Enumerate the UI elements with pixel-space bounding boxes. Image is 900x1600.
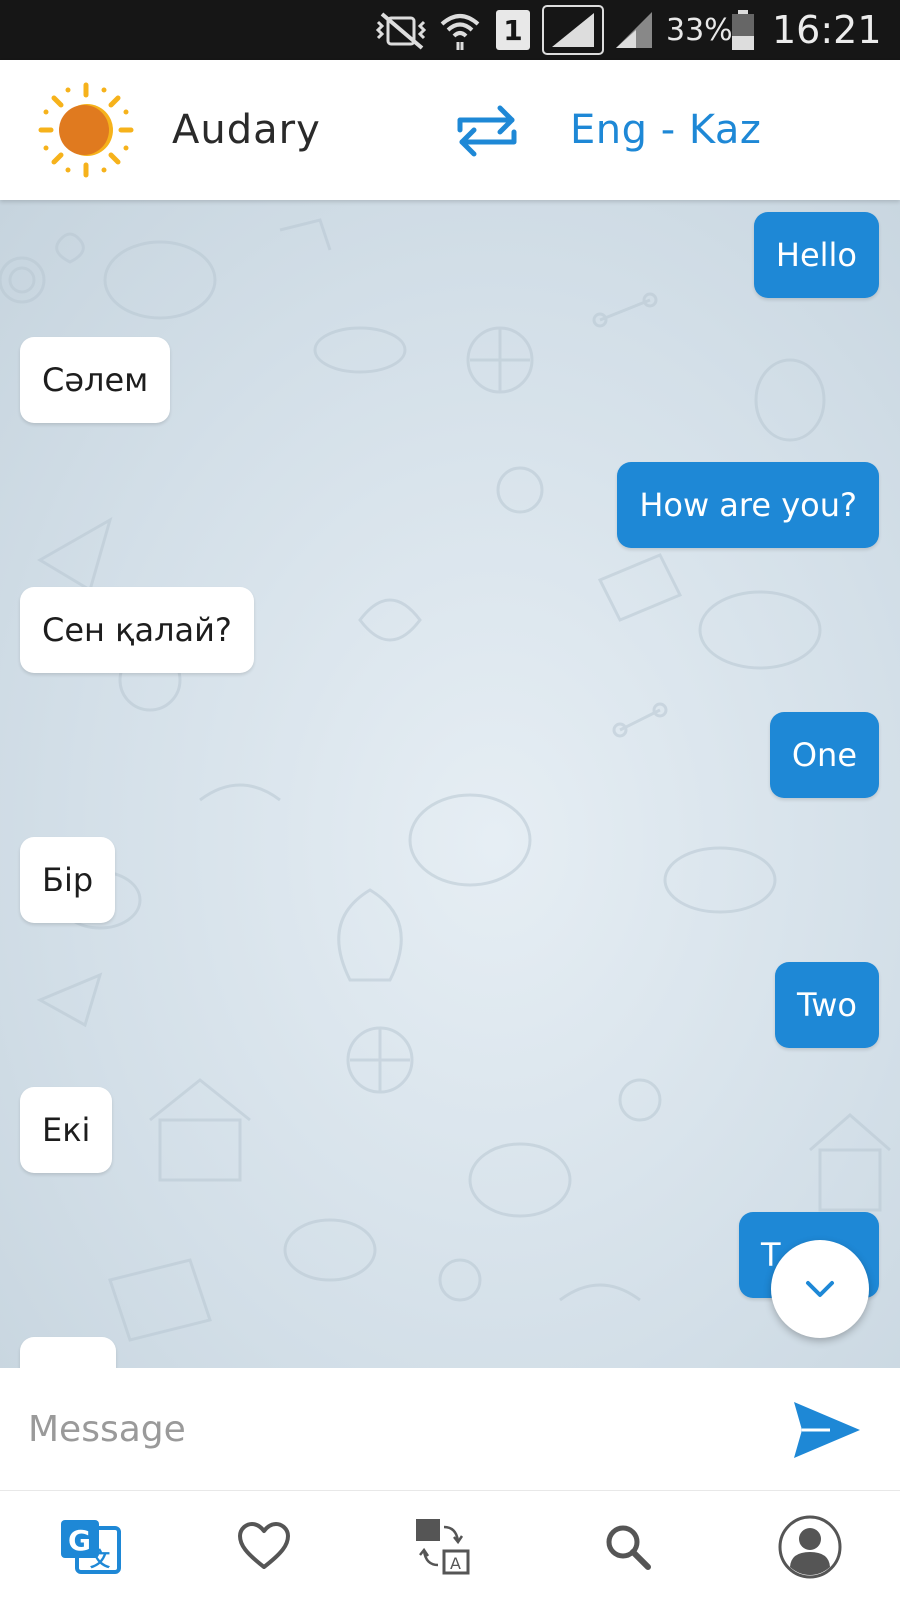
message-bubble-incoming-partial[interactable] xyxy=(20,1337,116,1368)
message-bubble-outgoing[interactable]: One xyxy=(769,712,879,798)
svg-text:文: 文 xyxy=(90,1547,111,1571)
message-input[interactable] xyxy=(28,1388,748,1470)
message-bubble-incoming[interactable]: Сәлем xyxy=(20,337,171,423)
message-bubble-outgoing[interactable]: How are you? xyxy=(617,462,879,548)
nav-favorites[interactable] xyxy=(222,1505,306,1589)
wifi-icon xyxy=(438,0,482,60)
battery-percent: 33% xyxy=(666,12,733,48)
bottom-navigation: G 文 A xyxy=(0,1490,900,1600)
app-header: Audary Eng - Kaz xyxy=(0,60,900,200)
svg-text:A: A xyxy=(450,1554,461,1573)
clock: 16:21 xyxy=(772,8,882,52)
sim-slot-badge: 1 xyxy=(496,0,530,60)
message-bubble-outgoing[interactable]: Two xyxy=(775,962,879,1048)
nav-profile[interactable] xyxy=(768,1505,852,1589)
app-title: Audary xyxy=(172,107,321,153)
swap-languages-button[interactable] xyxy=(452,96,522,166)
nav-translate[interactable]: G 文 xyxy=(48,1505,132,1589)
chevron-down-icon xyxy=(806,1281,834,1297)
nav-flashcards[interactable]: A xyxy=(400,1505,484,1589)
signal-strength-icon xyxy=(542,0,604,60)
scroll-to-bottom-button[interactable] xyxy=(771,1240,869,1338)
battery-icon xyxy=(730,0,756,60)
profile-icon xyxy=(778,1515,842,1579)
signal-strength-2-icon xyxy=(612,0,656,60)
status-bar: 1 33% 16:21 xyxy=(0,0,900,60)
svg-text:G: G xyxy=(68,1524,91,1557)
send-icon xyxy=(794,1402,860,1458)
message-composer xyxy=(0,1368,900,1490)
message-bubble-incoming[interactable]: Екі xyxy=(20,1087,113,1173)
flashcards-icon: A xyxy=(416,1519,470,1575)
message-bubble-incoming[interactable]: Сен қалай? xyxy=(20,587,254,673)
message-bubble-incoming[interactable]: Бір xyxy=(20,837,116,923)
translate-icon: G 文 xyxy=(61,1520,121,1574)
search-icon xyxy=(606,1525,651,1570)
vibrate-mute-icon xyxy=(372,0,432,60)
sim-slot-number: 1 xyxy=(496,10,530,50)
language-pair-selector[interactable]: Eng - Kaz xyxy=(570,60,761,200)
sun-logo-icon xyxy=(38,82,134,178)
message-bubble-outgoing[interactable]: Hello xyxy=(753,212,879,298)
send-button[interactable] xyxy=(790,1398,862,1462)
nav-search[interactable] xyxy=(586,1505,670,1589)
heart-icon xyxy=(238,1522,290,1569)
chat-area[interactable]: Hello Сәлем How are you? Сен қалай? One … xyxy=(0,200,900,1368)
swap-arrows-icon xyxy=(457,105,517,157)
